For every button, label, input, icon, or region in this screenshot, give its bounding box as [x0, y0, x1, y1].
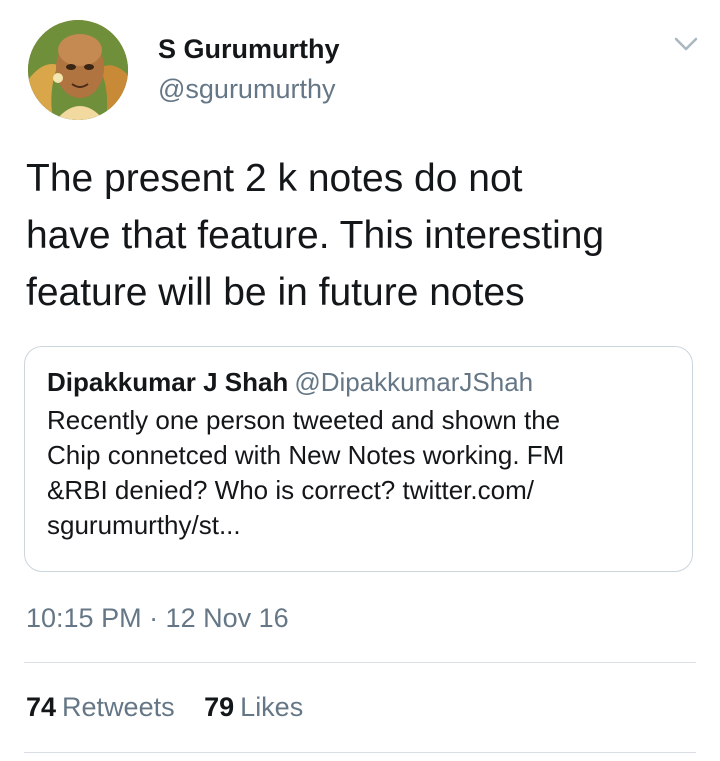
- quoted-author-name: Dipakkumar J Shah: [47, 367, 289, 397]
- quoted-text-line: &RBI denied? Who is correct? twitter.com…: [47, 475, 534, 505]
- likes-count: 79: [204, 692, 235, 722]
- author-handle[interactable]: @sgurumurthy: [158, 74, 335, 105]
- quoted-author-handle: @DipakkumarJShah: [294, 367, 534, 397]
- retweets-label: Retweets: [62, 692, 175, 722]
- retweets-count: 74: [26, 692, 57, 722]
- retweets-stat[interactable]: 74 Retweets: [26, 692, 175, 723]
- tweet-card: S Gurumurthy @sgurumurthy The present 2 …: [0, 0, 720, 761]
- tweet-text-line: The present 2 k notes do not: [26, 157, 523, 200]
- quoted-text-line: Chip connetced with New Notes working. F…: [47, 440, 565, 470]
- likes-stat[interactable]: 79 Likes: [204, 692, 303, 723]
- divider: [24, 752, 696, 753]
- quoted-tweet[interactable]: Dipakkumar J Shah @DipakkumarJShah Recent…: [24, 346, 693, 572]
- quoted-text-line: sgurumurthy/st...: [47, 510, 241, 540]
- tweet-stats: 74 Retweets 79 Likes: [26, 692, 325, 723]
- author-name[interactable]: S Gurumurthy: [158, 34, 340, 65]
- tweet-text-line: have that feature. This interesting: [26, 214, 605, 257]
- likes-label: Likes: [240, 692, 304, 722]
- tweet-text-line: feature will be in future notes: [26, 271, 525, 314]
- divider: [24, 662, 696, 663]
- quoted-tweet-text: Recently one person tweeted and shown th…: [47, 403, 677, 543]
- tweet-timestamp[interactable]: 10:15 PM · 12 Nov 16: [26, 603, 289, 634]
- chevron-down-icon[interactable]: [672, 34, 700, 54]
- quoted-tweet-header: Dipakkumar J Shah @DipakkumarJShah: [47, 367, 533, 398]
- quoted-text-line: Recently one person tweeted and shown th…: [47, 405, 561, 435]
- profile-photo-icon: [28, 20, 128, 120]
- tweet-text: The present 2 k notes do not have that f…: [26, 150, 696, 321]
- avatar[interactable]: [28, 20, 128, 120]
